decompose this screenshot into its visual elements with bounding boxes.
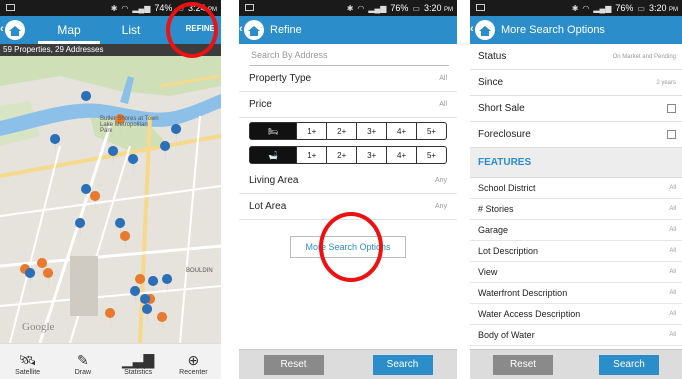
living-area-row[interactable]: Living Area Any bbox=[239, 168, 457, 194]
home-button[interactable]: ‹ bbox=[239, 20, 264, 40]
wifi-icon: ◠ bbox=[582, 3, 590, 13]
price-row[interactable]: Price All bbox=[239, 92, 457, 118]
feature-row-garage[interactable]: Garage All bbox=[470, 220, 682, 241]
short-sale-row[interactable]: Short Sale bbox=[470, 96, 682, 122]
annotation-circle-refine bbox=[166, 2, 218, 58]
property-type-row[interactable]: Property Type All bbox=[239, 66, 457, 92]
baths-selector: 🛁 1+ 2+ 3+ 4+ 5+ bbox=[249, 146, 447, 164]
baths-option[interactable]: 1+ bbox=[296, 147, 326, 163]
feature-row-lot-description[interactable]: Lot Description All bbox=[470, 241, 682, 262]
battery-level: 74% bbox=[154, 3, 173, 13]
page-title: Refine bbox=[270, 24, 302, 36]
page-title: More Search Options bbox=[501, 24, 605, 36]
refine-footer: Reset Search bbox=[239, 349, 457, 379]
more-options-screen: ✱ ◠ ▂▄▆ 76% ▭ 3:20 PM ‹ More Search Opti… bbox=[470, 0, 682, 379]
map-tiles bbox=[0, 56, 221, 343]
google-logo: Google bbox=[22, 321, 55, 333]
home-button[interactable]: ‹ bbox=[470, 20, 495, 40]
pencil-icon: ✎ bbox=[77, 352, 89, 368]
signal-icon: ▂▄▆ bbox=[593, 3, 612, 13]
feature-row-waterfront[interactable]: Waterfront Description All bbox=[470, 283, 682, 304]
clock: 3:20 PM bbox=[423, 3, 453, 13]
map-screen: ✱ ◠ ▂▄▆ 74% ▭ 3:24 PM ‹ Map List REFINE … bbox=[0, 0, 221, 379]
bath-icon: 🛁 bbox=[250, 147, 297, 163]
reset-button[interactable]: Reset bbox=[263, 354, 324, 375]
battery-level: 76% bbox=[390, 3, 409, 13]
foreclosure-checkbox[interactable] bbox=[667, 130, 676, 139]
beds-option[interactable]: 3+ bbox=[356, 123, 386, 139]
search-button[interactable]: Search bbox=[599, 354, 659, 375]
bar-chart-icon: ▁▃▇ bbox=[121, 352, 155, 368]
status-row[interactable]: Status On Market and Pending bbox=[470, 44, 682, 70]
bluetooth-icon: ✱ bbox=[346, 3, 354, 13]
map-view[interactable]: Butler Shores at Town Lake Metropolitan … bbox=[0, 56, 221, 343]
search-button[interactable]: Search bbox=[372, 354, 433, 375]
satellite-button[interactable]: 🛰 Satellite bbox=[0, 344, 55, 379]
back-chevron-icon: ‹ bbox=[470, 23, 474, 35]
status-bar: ✱ ◠ ▂▄▆ 76% ▭ 3:20 PM bbox=[239, 0, 457, 16]
back-chevron-icon: ‹ bbox=[239, 23, 243, 35]
home-icon bbox=[9, 25, 21, 36]
draw-button[interactable]: ✎ Draw bbox=[55, 344, 110, 379]
feature-row-view[interactable]: View All bbox=[470, 262, 682, 283]
map-label-park: Butler Shores at Town Lake Metropolitan … bbox=[100, 116, 159, 134]
app-bar: ‹ More Search Options bbox=[470, 16, 682, 44]
notification-icon bbox=[476, 4, 485, 11]
foreclosure-row[interactable]: Foreclosure bbox=[470, 122, 682, 148]
clock: 3:20 PM bbox=[648, 3, 678, 13]
home-button[interactable]: ‹ bbox=[0, 20, 25, 40]
back-chevron-icon: ‹ bbox=[0, 23, 4, 35]
map-toolbar: 🛰 Satellite ✎ Draw ▁▃▇ Statistics ⊕ Rece… bbox=[0, 343, 221, 379]
view-tabs: Map List bbox=[38, 16, 162, 44]
satellite-icon: 🛰 bbox=[18, 352, 37, 368]
address-search-input[interactable]: Search By Address bbox=[249, 50, 449, 66]
tab-list[interactable]: List bbox=[100, 16, 162, 44]
bluetooth-icon: ✱ bbox=[110, 3, 118, 13]
beds-option[interactable]: 2+ bbox=[326, 123, 356, 139]
refine-screen: ✱ ◠ ▂▄▆ 76% ▭ 3:20 PM ‹ Refine Search By… bbox=[239, 0, 457, 379]
beds-selector: 🛏 1+ 2+ 3+ 4+ 5+ bbox=[249, 122, 447, 140]
notification-icon bbox=[245, 4, 254, 11]
baths-option[interactable]: 4+ bbox=[386, 147, 416, 163]
status-bar: ✱ ◠ ▂▄▆ 76% ▭ 3:20 PM bbox=[470, 0, 682, 16]
bed-icon: 🛏 bbox=[250, 123, 297, 139]
crosshair-icon: ⊕ bbox=[187, 352, 200, 368]
feature-row-stories[interactable]: # Stories All bbox=[470, 199, 682, 220]
beds-option[interactable]: 4+ bbox=[386, 123, 416, 139]
options-footer: Reset Search bbox=[470, 349, 682, 379]
recenter-button[interactable]: ⊕ Recenter bbox=[166, 344, 221, 379]
battery-icon: ▭ bbox=[637, 3, 645, 13]
baths-option[interactable]: 3+ bbox=[356, 147, 386, 163]
feature-row-water-access[interactable]: Water Access Description All bbox=[470, 304, 682, 325]
signal-icon: ▂▄▆ bbox=[132, 3, 151, 13]
home-icon bbox=[479, 25, 491, 36]
wifi-icon: ◠ bbox=[121, 3, 129, 13]
since-row[interactable]: Since 2 years bbox=[470, 70, 682, 96]
notification-icon bbox=[6, 4, 15, 11]
reset-button[interactable]: Reset bbox=[493, 354, 553, 375]
feature-row-body-of-water[interactable]: Body of Water All bbox=[470, 325, 682, 346]
baths-option[interactable]: 5+ bbox=[416, 147, 446, 163]
home-icon bbox=[248, 25, 260, 36]
tab-map[interactable]: Map bbox=[38, 16, 100, 44]
beds-option[interactable]: 5+ bbox=[416, 123, 446, 139]
feature-row-school-district[interactable]: School District All bbox=[470, 178, 682, 199]
app-bar: ‹ Refine bbox=[239, 16, 457, 44]
battery-icon: ▭ bbox=[412, 3, 420, 13]
short-sale-checkbox[interactable] bbox=[667, 104, 676, 113]
map-label-bouldin: BOULDIN bbox=[186, 268, 213, 274]
bluetooth-icon: ✱ bbox=[571, 3, 579, 13]
beds-option[interactable]: 1+ bbox=[296, 123, 326, 139]
wifi-icon: ◠ bbox=[357, 3, 365, 13]
statistics-button[interactable]: ▁▃▇ Statistics bbox=[111, 344, 166, 379]
baths-option[interactable]: 2+ bbox=[326, 147, 356, 163]
features-header: FEATURES bbox=[470, 148, 682, 178]
battery-level: 76% bbox=[615, 3, 634, 13]
annotation-circle-more-options bbox=[319, 212, 383, 282]
signal-icon: ▂▄▆ bbox=[368, 3, 387, 13]
